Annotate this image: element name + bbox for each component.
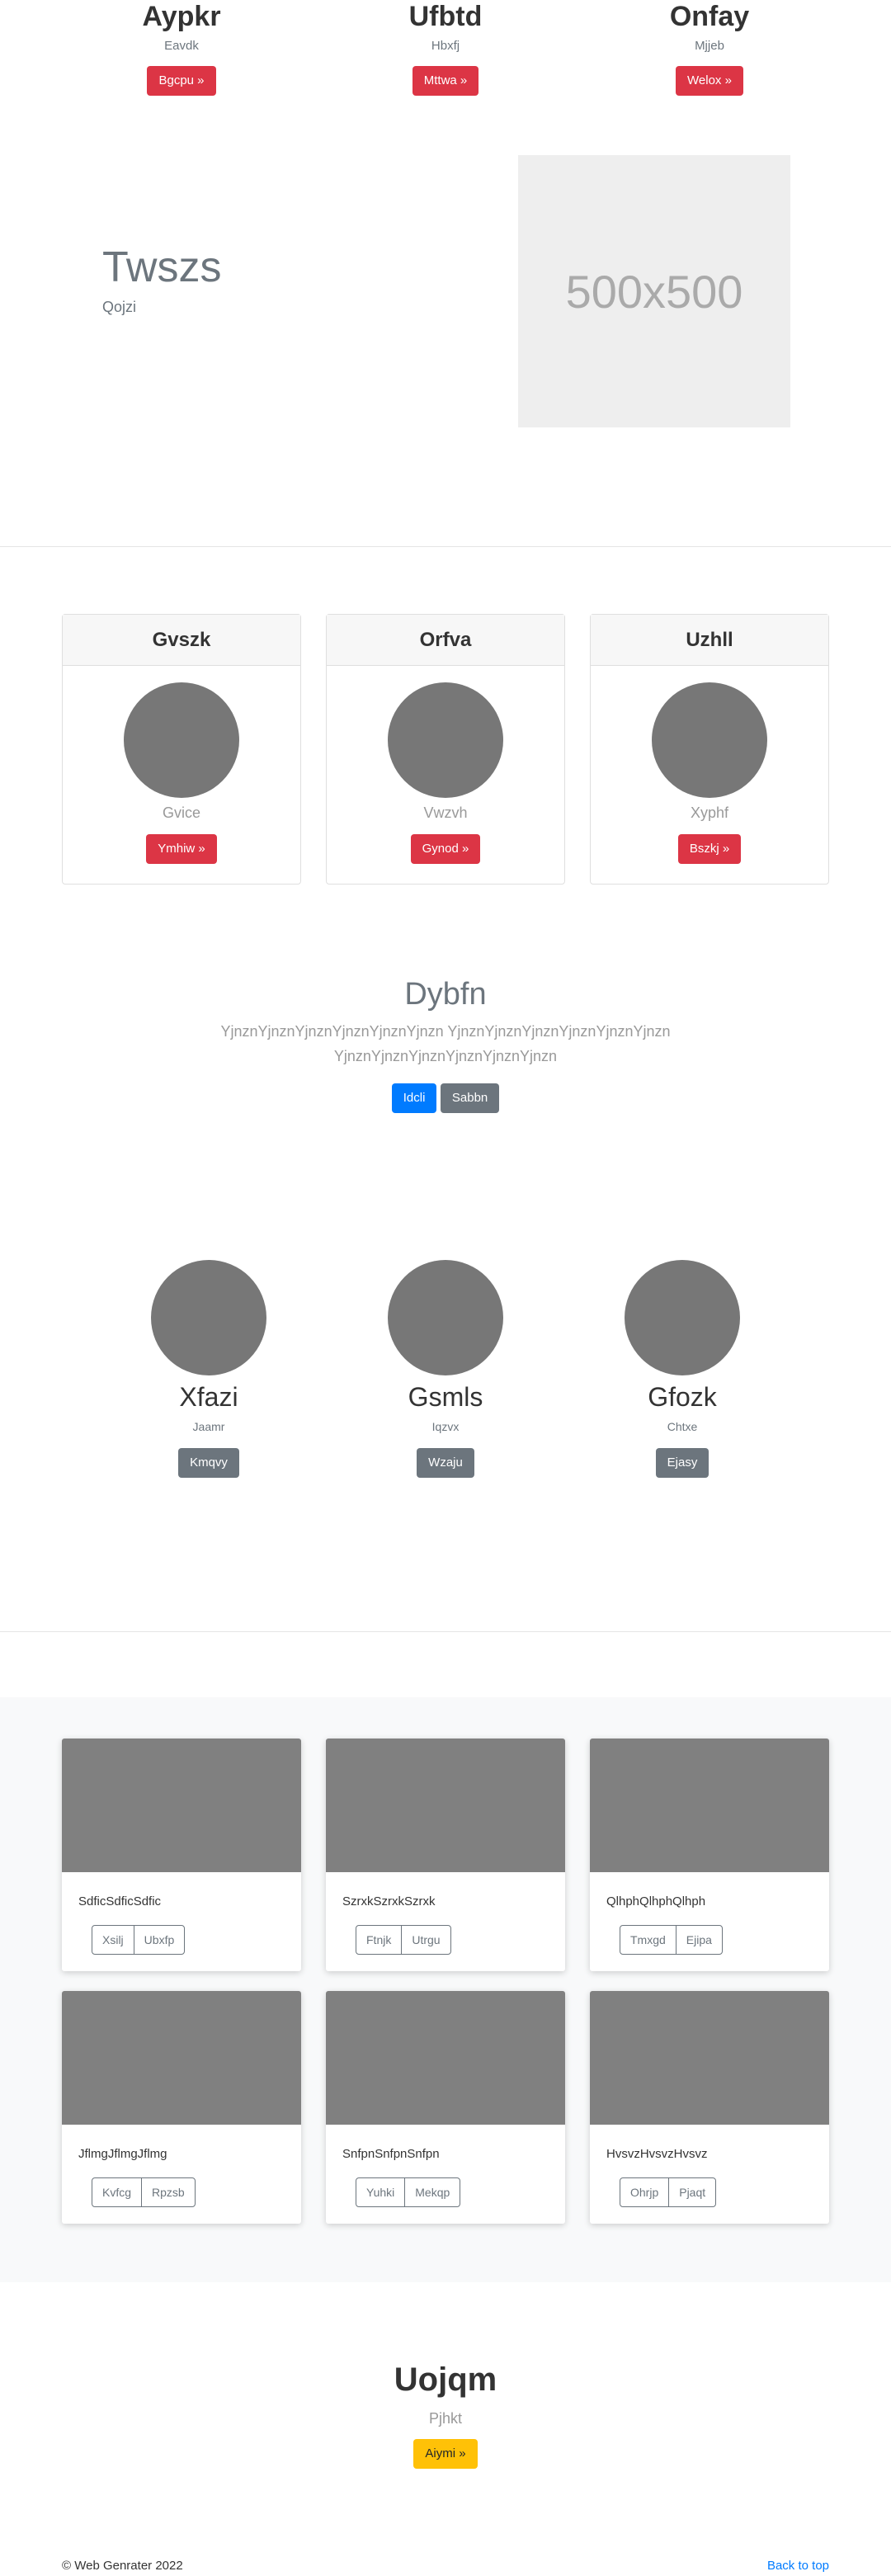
avatar [388,682,503,798]
column-subtitle: Hbxfj [431,39,460,53]
card-button-group: Yuhki Mekqp [356,2177,565,2207]
view-button[interactable]: Yuhki [356,2177,406,2207]
back-to-top-link[interactable]: Back to top [767,2559,829,2573]
avatar [124,682,239,798]
view-button[interactable]: Tmxgd [620,1925,676,1955]
card-button-group: Tmxgd Ejipa [620,1925,829,1955]
card-thumbnail [326,1991,565,2125]
placeholder-label: 500x500 [565,265,743,318]
card-thumbnail [62,1739,301,1872]
column-subtitle: Eavdk [164,39,199,53]
view-button[interactable]: Ohrjp [620,2177,670,2207]
footer-copyright: © Web Genrater 2022 [62,2559,183,2573]
album-card-4: JflmgJflmgJflmg Kvfcg Rpzsb [62,1991,301,2224]
divider [0,546,891,547]
card-button-group: Xsilj Ubxfp [92,1925,301,1955]
cta-section: Uojqm Pjhkt Aiymi » [0,2361,891,2469]
card-header: Uzhll [591,615,828,666]
card-name: Vwzvh [423,804,468,821]
member-role: Jaamr [192,1420,225,1433]
edit-button[interactable]: Mekqp [404,2177,461,2207]
jumbotron-text-line-2: YjnznYjnznYjnznYjnznYjnznYjnzn [333,1048,558,1064]
card-button[interactable]: Ymhiw » [146,834,217,864]
album-card-5: SnfpnSnfpnSnfpn Yuhki Mekqp [326,1991,565,2224]
cta-subtitle: Pjhkt [428,2410,463,2427]
card-button-group: Ftnjk Utrgu [356,1925,565,1955]
hero-title: Twszs [102,243,222,291]
view-button[interactable]: Ftnjk [356,1925,403,1955]
profile-card-2: Orfva Vwzvh Gynod » [326,614,565,885]
member-name: Gfozk [648,1382,717,1412]
card-text: JflmgJflmgJflmg [78,2147,167,2161]
member-button[interactable]: Kmqvy [178,1448,239,1478]
divider [0,1631,891,1632]
view-button[interactable]: Xsilj [92,1925,134,1955]
card-text: HvsvzHvsvzHvsvz [606,2147,708,2161]
card-text: SzrxkSzrxkSzrxk [342,1894,436,1908]
jumbotron-text-line-1: YjnznYjnznYjnznYjnznYjnznYjnzn YjnznYjnz… [220,1023,671,1040]
album-card-3: QlhphQlhphQlhph Tmxgd Ejipa [590,1739,829,1971]
profile-card-1: Gvszk Gvice Ymhiw » [62,614,301,885]
card-thumbnail [62,1991,301,2125]
card-button[interactable]: Gynod » [410,834,481,864]
album-card-2: SzrxkSzrxkSzrxk Ftnjk Utrgu [326,1739,565,1971]
member-role: Chtxe [667,1420,698,1433]
team-member-3: Gfozk Chtxe Ejasy [583,1260,781,1478]
avatar [151,1260,266,1375]
top-column-3: Onfay Mjjeb Welox » [610,0,808,96]
edit-button[interactable]: Ubxfp [133,1925,186,1955]
profile-card-3: Uzhll Xyphf Bszkj » [590,614,829,885]
card-name: Gvice [162,804,200,821]
top-column-2: Ufbtd Hbxfj Mttwa » [346,0,544,96]
card-button-group: Ohrjp Pjaqt [620,2177,829,2207]
secondary-button[interactable]: Sabbn [440,1083,500,1113]
avatar [388,1260,503,1375]
view-button[interactable]: Kvfcg [92,2177,143,2207]
card-text: SnfpnSnfpnSnfpn [342,2147,440,2161]
edit-button[interactable]: Rpzsb [141,2177,196,2207]
edit-button[interactable]: Pjaqt [668,2177,717,2207]
column-title: Onfay [669,1,750,32]
avatar [652,682,767,798]
card-thumbnail [326,1739,565,1872]
card-header: Gvszk [63,615,300,666]
cta-button[interactable]: Aiymi » [413,2439,478,2469]
card-thumbnail [590,1739,829,1872]
card-header: Orfva [327,615,564,666]
primary-button[interactable]: Idcli [391,1083,437,1113]
jumbotron: Dybfn YjnznYjnznYjnznYjnznYjnznYjnzn Yjn… [0,977,891,1113]
cta-title: Uojqm [394,2361,497,2398]
album-card-6: HvsvzHvsvzHvsvz Ohrjp Pjaqt [590,1991,829,2224]
column-title: Ufbtd [408,1,483,32]
member-name: Xfazi [179,1382,238,1412]
placeholder-image: 500x500 [518,155,790,427]
column-button[interactable]: Bgcpu » [147,66,216,96]
jumbotron-title: Dybfn [404,977,487,1012]
column-button[interactable]: Mttwa » [412,66,479,96]
album-card-1: SdficSdficSdfic Xsilj Ubxfp [62,1739,301,1971]
member-button[interactable]: Ejasy [655,1448,710,1478]
member-name: Gsmls [408,1382,483,1412]
card-button-group: Kvfcg Rpzsb [92,2177,301,2207]
card-thumbnail [590,1991,829,2125]
column-subtitle: Mjjeb [695,39,724,53]
team-member-2: Gsmls Iqzvx Wzaju [346,1260,544,1478]
column-title: Aypkr [142,1,221,32]
avatar [625,1260,740,1375]
card-text: QlhphQlhphQlhph [606,1894,706,1908]
card-text: SdficSdficSdfic [78,1894,162,1908]
hero-subtitle: Qojzi [102,299,137,315]
card-name: Xyphf [690,804,729,821]
member-button[interactable]: Wzaju [417,1448,474,1478]
team-member-1: Xfazi Jaamr Kmqvy [110,1260,308,1478]
member-role: Iqzvx [431,1420,460,1433]
top-column-1: Aypkr Eavdk Bgcpu » [82,0,280,96]
card-button[interactable]: Bszkj » [677,834,742,864]
edit-button[interactable]: Ejipa [675,1925,723,1955]
column-button[interactable]: Welox » [676,66,743,96]
edit-button[interactable]: Utrgu [401,1925,451,1955]
